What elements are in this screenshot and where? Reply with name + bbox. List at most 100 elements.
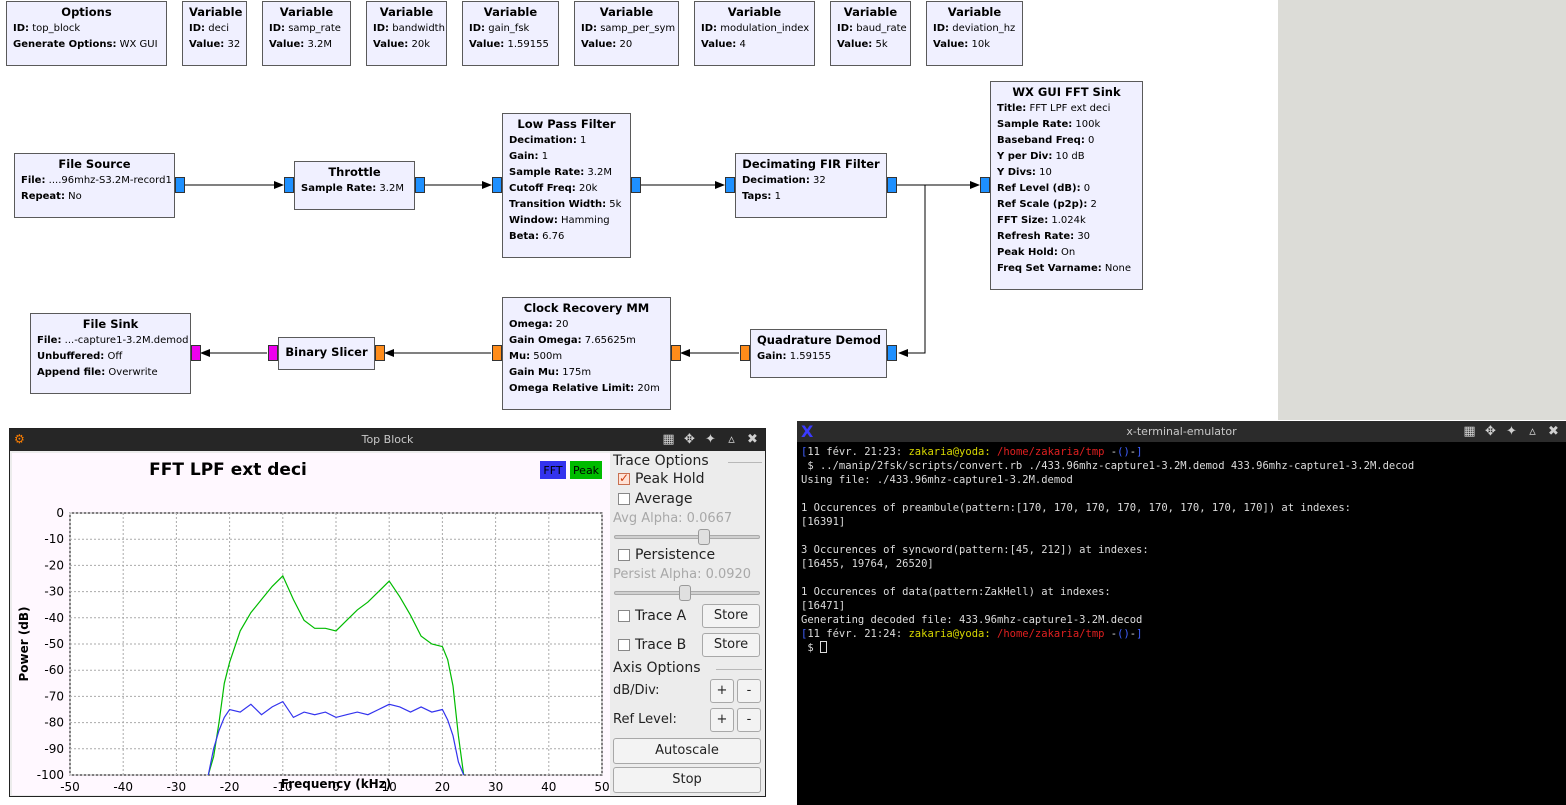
store-a-button[interactable]: Store bbox=[702, 604, 760, 628]
trace-a-checkbox[interactable]: Trace A bbox=[618, 608, 686, 624]
tile-icon[interactable]: ▦ bbox=[660, 431, 677, 448]
terminal-text: [16455, 19764, 26520] bbox=[801, 558, 934, 570]
low-pass-filter-block[interactable]: Low Pass Filter Decimation: 1 Gain: 1 Sa… bbox=[502, 113, 631, 258]
x-axis-label: Frequency (kHz) bbox=[281, 777, 391, 791]
block-param: Value: 20 bbox=[581, 39, 633, 50]
close-icon[interactable]: ✖ bbox=[744, 431, 761, 448]
terminal-text: - bbox=[1104, 628, 1118, 640]
block-param: Y per Div: 10 dB bbox=[997, 151, 1085, 162]
block-param: Decimation: 1 bbox=[509, 135, 587, 146]
block-param: Append file: Overwrite bbox=[37, 367, 158, 378]
store-b-button[interactable]: Store bbox=[702, 633, 760, 657]
clock-out-port[interactable] bbox=[492, 345, 502, 361]
terminal-output[interactable]: [11 févr. 21:23: zakaria@yoda: /home/zak… bbox=[801, 445, 1562, 655]
variable-block-baud-rate[interactable]: Variable ID: baud_rate Value: 5k bbox=[830, 1, 911, 66]
legend-label-peak: Peak bbox=[573, 464, 600, 477]
variable-block-bandwidth[interactable]: Variable ID: bandwidth Value: 20k bbox=[366, 1, 447, 66]
options-block[interactable]: Options ID: top_block Generate Options: … bbox=[6, 1, 167, 66]
throttle-block[interactable]: Throttle Sample Rate: 3.2M bbox=[294, 161, 415, 210]
binary-slicer-block[interactable]: Binary Slicer bbox=[278, 337, 375, 370]
variable-block-deci[interactable]: Variable ID: deci Value: 32 bbox=[182, 1, 247, 66]
slicer-in-port[interactable] bbox=[375, 345, 385, 361]
maximize-icon[interactable]: ▵ bbox=[723, 431, 740, 448]
block-title: Variable bbox=[727, 5, 782, 19]
quad-in-port[interactable] bbox=[887, 345, 897, 361]
file-source-out-port[interactable] bbox=[175, 177, 185, 193]
close-icon[interactable]: ✖ bbox=[1545, 423, 1562, 440]
db-div-plus-button[interactable]: + bbox=[710, 679, 734, 703]
x-tick-label: 40 bbox=[541, 780, 556, 794]
lpf-out-port[interactable] bbox=[631, 177, 641, 193]
terminal-line: 1 Occurences of data(pattern:ZakHell) at… bbox=[801, 585, 1562, 599]
variable-block-samp-rate[interactable]: Variable ID: samp_rate Value: 3.2M bbox=[262, 1, 351, 66]
terminal-titlebar[interactable]: X x-terminal-emulator ▦ ✥ ✦ ▵ ✖ bbox=[797, 421, 1566, 442]
variable-block-samp-per-sym[interactable]: Variable ID: samp_per_sym Value: 20 bbox=[574, 1, 679, 66]
persistence-check[interactable] bbox=[618, 549, 630, 561]
autoscale-button[interactable]: Autoscale bbox=[613, 738, 761, 764]
quad-out-port[interactable] bbox=[740, 345, 750, 361]
pin-icon[interactable]: ✦ bbox=[1503, 423, 1520, 440]
trace-a-check[interactable] bbox=[618, 610, 630, 622]
db-div-minus-button[interactable]: - bbox=[737, 679, 761, 703]
block-param: Window: Hamming bbox=[509, 215, 610, 226]
block-param: ID: gain_fsk bbox=[469, 23, 530, 34]
block-param: ID: top_block bbox=[13, 23, 81, 34]
quadrature-demod-block[interactable]: Quadrature Demod Gain: 1.59155 bbox=[750, 329, 887, 378]
lpf-in-port[interactable] bbox=[492, 177, 502, 193]
stop-button[interactable]: Stop bbox=[613, 767, 761, 793]
peak-hold-check[interactable] bbox=[618, 471, 630, 485]
throttle-in-port[interactable] bbox=[284, 177, 294, 193]
decimating-fir-block[interactable]: Decimating FIR Filter Decimation: 32 Tap… bbox=[735, 153, 887, 218]
ref-level-plus-button[interactable]: + bbox=[710, 708, 734, 732]
file-sink-block[interactable]: File Sink File: ...-capture1-3.2M.demod … bbox=[30, 313, 191, 394]
window-titlebar[interactable]: ⚙ Top Block ▦ ✥ ✦ ▵ ✖ bbox=[10, 429, 765, 451]
terminal-line: [16455, 19764, 26520] bbox=[801, 557, 1562, 571]
ref-level-minus-button[interactable]: - bbox=[737, 708, 761, 732]
slicer-out-port[interactable] bbox=[268, 345, 278, 361]
legend-label-fft: FFT bbox=[543, 464, 562, 477]
block-param: ID: deci bbox=[189, 23, 229, 34]
block-title: File Source bbox=[58, 157, 131, 171]
peak-hold-checkbox[interactable]: Peak Hold bbox=[618, 471, 705, 487]
block-param: Value: 10k bbox=[933, 39, 990, 50]
fft-sink-block[interactable]: WX GUI FFT Sink Title: FFT LPF ext deci … bbox=[990, 81, 1143, 290]
pin-icon[interactable]: ✦ bbox=[702, 431, 719, 448]
db-div-label: dB/Div: bbox=[613, 683, 660, 698]
file-sink-in-port[interactable] bbox=[191, 345, 201, 361]
slider-knob[interactable] bbox=[698, 529, 710, 545]
terminal-text: [16471] bbox=[801, 600, 846, 612]
fft-plot-window[interactable]: ⚙ Top Block ▦ ✥ ✦ ▵ ✖ -50 -40 -30 -20 -10 0 10… bbox=[9, 428, 766, 797]
persistence-checkbox[interactable]: Persistence bbox=[618, 547, 715, 563]
persist-alpha-slider[interactable] bbox=[614, 585, 760, 601]
avg-alpha-slider[interactable] bbox=[614, 529, 760, 545]
move-icon[interactable]: ✥ bbox=[1482, 423, 1499, 440]
trace-b-checkbox[interactable]: Trace B bbox=[618, 637, 686, 653]
fir-in-port[interactable] bbox=[725, 177, 735, 193]
variable-block-deviation-hz[interactable]: Variable ID: deviation_hz Value: 10k bbox=[926, 1, 1023, 66]
maximize-icon[interactable]: ▵ bbox=[1524, 423, 1541, 440]
fft-plot[interactable]: -50 -40 -30 -20 -10 0 10 20 30 40 50 0 -10 -20 -30 -40-… bbox=[12, 453, 610, 795]
clock-in-port[interactable] bbox=[671, 345, 681, 361]
avg-alpha-label: Avg Alpha: 0.0667 bbox=[613, 511, 733, 526]
variable-block-gain-fsk[interactable]: Variable ID: gain_fsk Value: 1.59155 bbox=[462, 1, 559, 66]
throttle-out-port[interactable] bbox=[415, 177, 425, 193]
flowgraph-canvas[interactable]: Options ID: top_block Generate Options: … bbox=[0, 0, 1278, 420]
variable-block-modulation-index[interactable]: Variable ID: modulation_index Value: 4 bbox=[694, 1, 815, 66]
move-icon[interactable]: ✥ bbox=[681, 431, 698, 448]
y-axis-label: Power (dB) bbox=[17, 606, 31, 681]
block-title: Variable bbox=[379, 5, 434, 19]
terminal-line: ​ bbox=[801, 487, 1562, 501]
tile-icon[interactable]: ▦ bbox=[1461, 423, 1478, 440]
terminal-text: Generating decoded file: 433.96mhz-captu… bbox=[801, 614, 1143, 626]
trace-b-check[interactable] bbox=[618, 639, 630, 651]
fft-sink-in-port[interactable] bbox=[980, 177, 990, 193]
average-check[interactable] bbox=[618, 493, 630, 505]
average-checkbox[interactable]: Average bbox=[618, 491, 693, 507]
block-param: Freq Set Varname: None bbox=[997, 263, 1132, 274]
slider-knob[interactable] bbox=[679, 585, 691, 601]
terminal-window[interactable]: X x-terminal-emulator ▦ ✥ ✦ ▵ ✖ [11 févr… bbox=[797, 421, 1566, 805]
file-source-block[interactable]: File Source File: ....96mhz-S3.2M-record… bbox=[14, 153, 175, 218]
terminal-title: x-terminal-emulator bbox=[1126, 425, 1237, 438]
fir-out-port[interactable] bbox=[887, 177, 897, 193]
clock-recovery-block[interactable]: Clock Recovery MM Omega: 20 Gain Omega: … bbox=[502, 297, 671, 410]
